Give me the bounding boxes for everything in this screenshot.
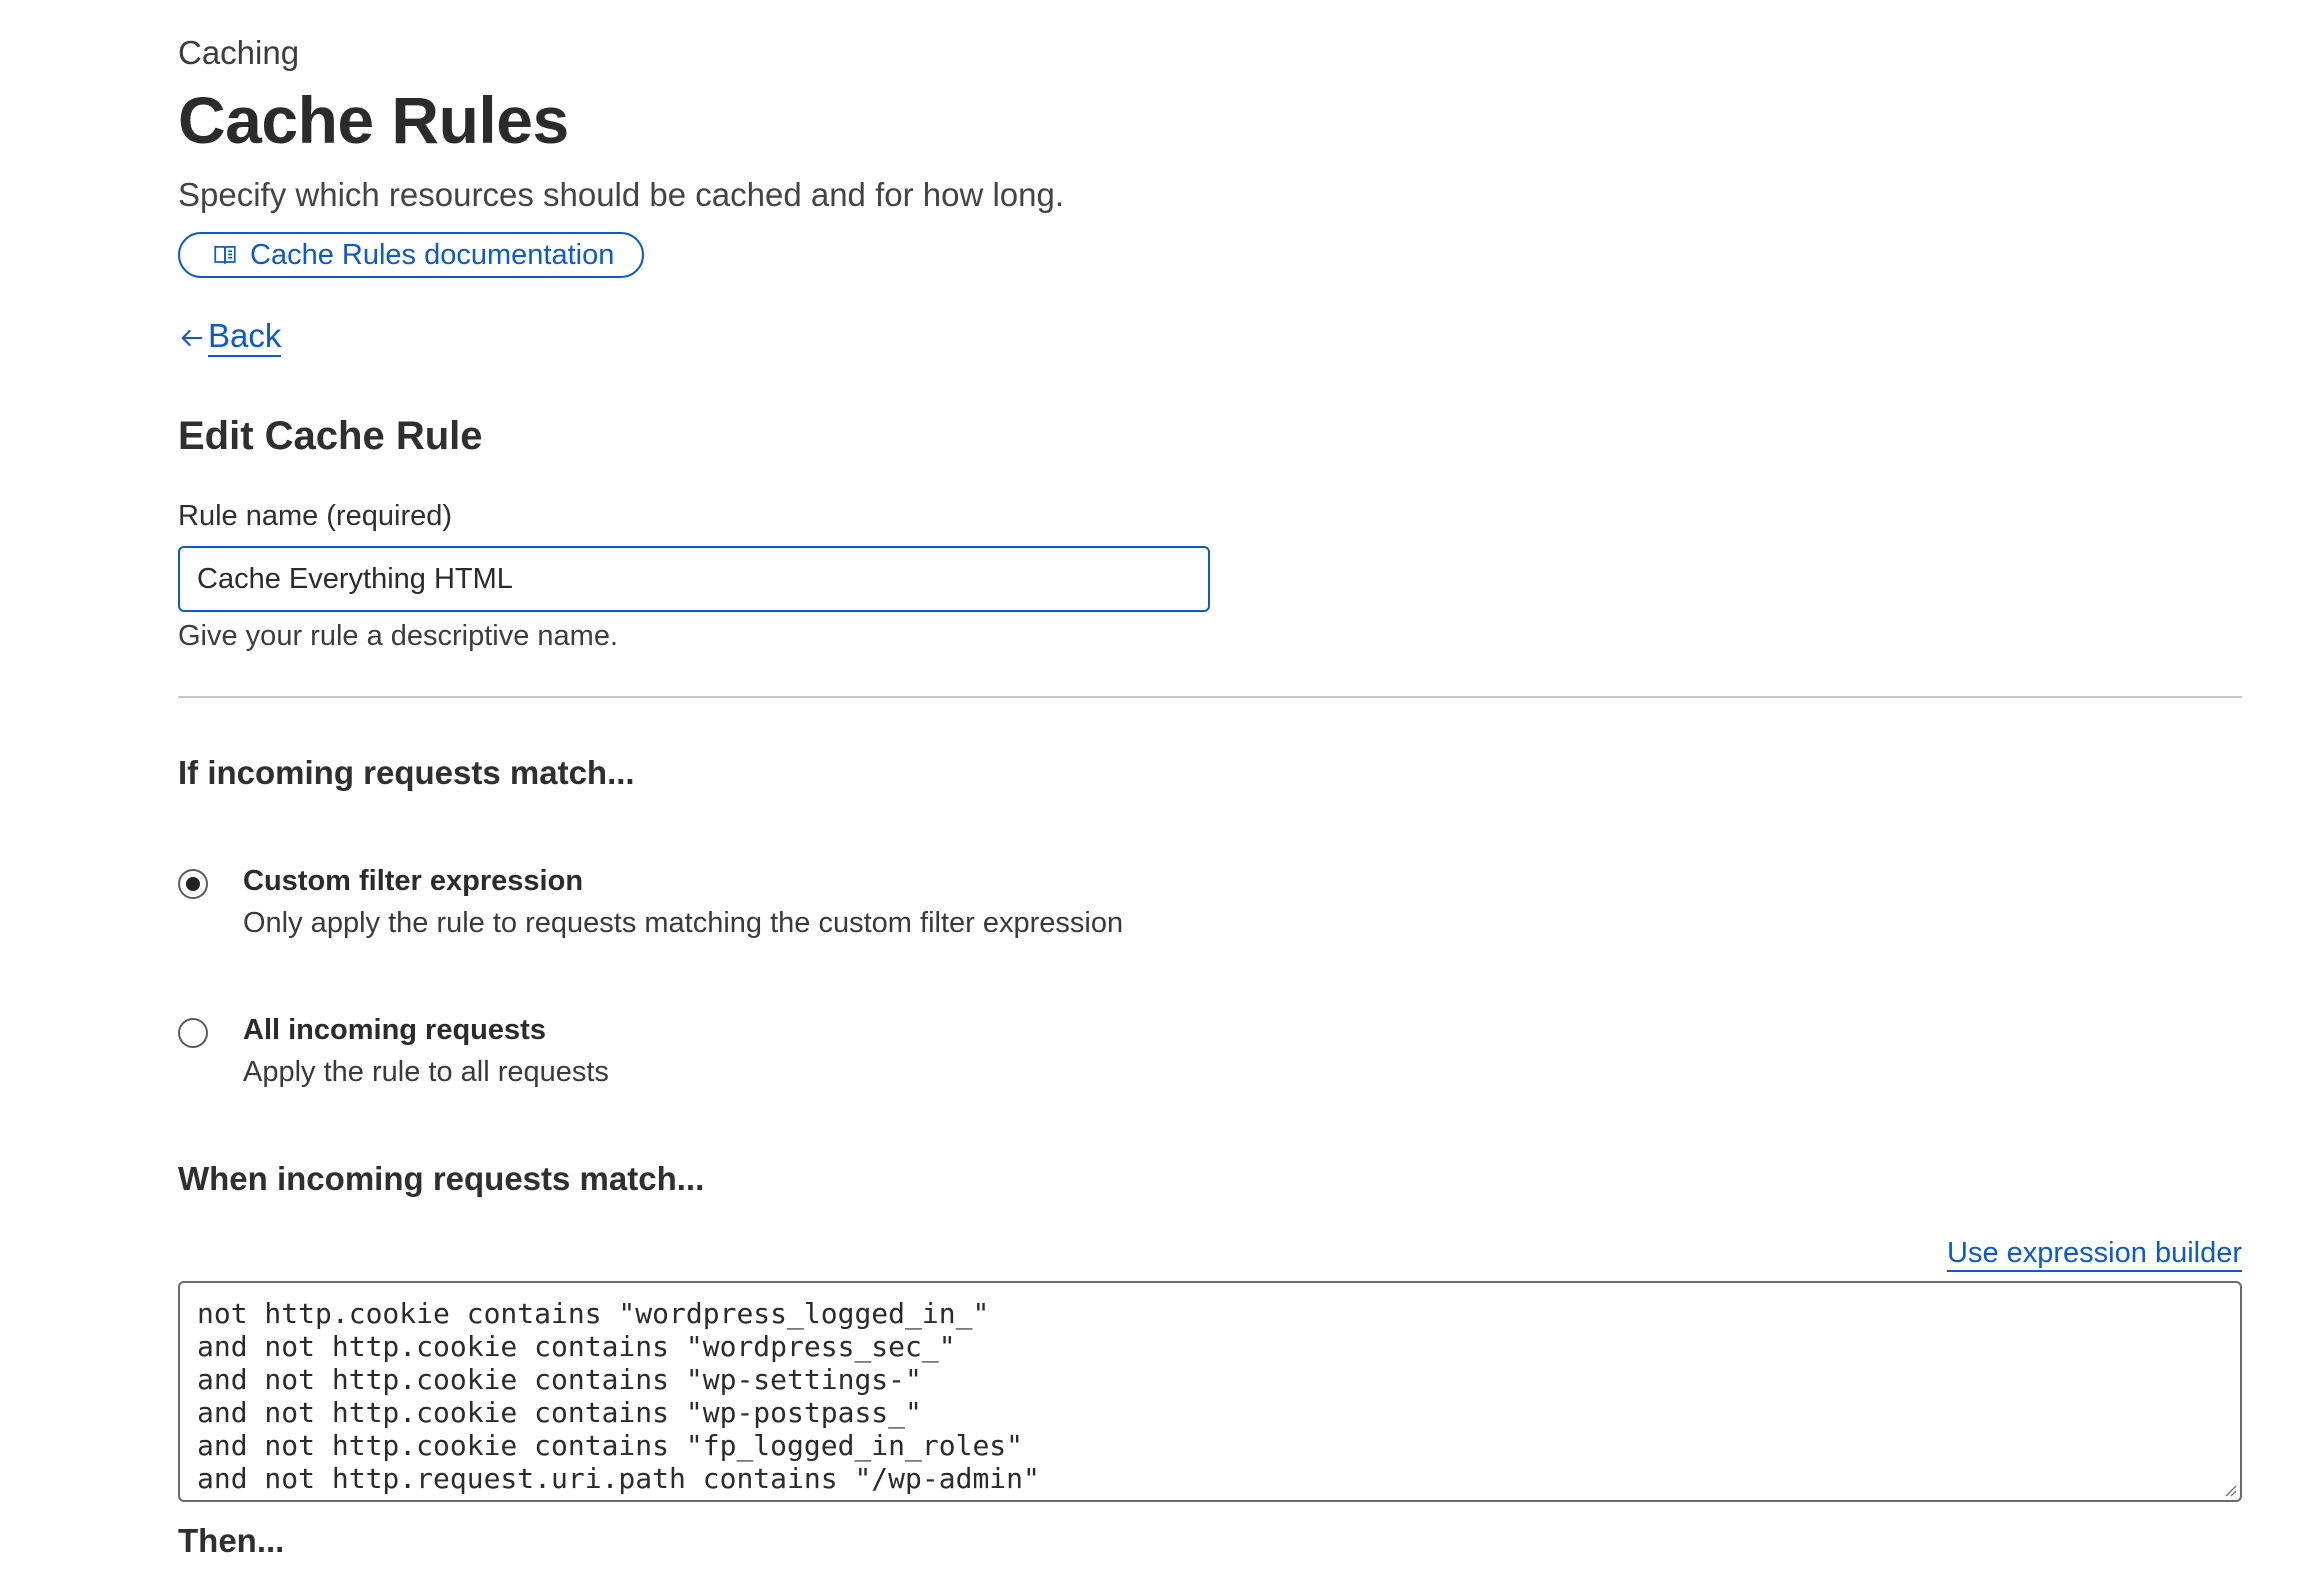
radio-all-incoming-requests[interactable]: All incoming requests Apply the rule to …: [178, 1013, 609, 1089]
radio-option-description: Only apply the rule to requests matching…: [243, 907, 1124, 939]
page-subtitle: Specify which resources should be cached…: [178, 176, 1065, 213]
radio-option-title: All incoming requests: [243, 1014, 546, 1046]
documentation-button[interactable]: Cache Rules documentation: [178, 232, 644, 278]
expression-heading: When incoming requests match...: [178, 1160, 705, 1197]
edit-rule-heading: Edit Cache Rule: [178, 414, 483, 458]
rule-name-label: Rule name (required): [178, 500, 453, 532]
book-icon: [214, 246, 236, 264]
rule-name-input[interactable]: [178, 546, 1210, 612]
expression-line: and not http.cookie contains "wp-setting…: [197, 1363, 922, 1396]
expression-editor[interactable]: not http.cookie contains "wordpress_logg…: [178, 1281, 2242, 1502]
back-link[interactable]: Back: [178, 318, 282, 357]
radio-option-description: Apply the rule to all requests: [243, 1056, 609, 1088]
radio-button-unselected[interactable]: [178, 1018, 208, 1048]
match-heading: If incoming requests match...: [178, 754, 635, 791]
rule-name-helper: Give your rule a descriptive name.: [178, 620, 619, 652]
radio-option-title: Custom filter expression: [243, 865, 584, 897]
expression-line: and not http.cookie contains "wp-postpas…: [197, 1396, 922, 1429]
section-divider: [178, 696, 2242, 698]
documentation-button-label: Cache Rules documentation: [250, 238, 615, 271]
breadcrumb: Caching: [178, 34, 300, 71]
arrow-left-icon: [181, 329, 203, 346]
expression-line: and not http.request.uri.path contains "…: [197, 1462, 1040, 1495]
expression-line: and not http.cookie contains "wordpress_…: [197, 1330, 956, 1363]
resize-grip-icon[interactable]: [2223, 1483, 2237, 1497]
expression-line: and not http.cookie contains "fp_logged_…: [197, 1429, 1024, 1462]
radio-button-selected[interactable]: [178, 869, 208, 899]
radio-custom-filter-expression[interactable]: Custom filter expression Only apply the …: [178, 864, 1123, 940]
expression-line: not http.cookie contains "wordpress_logg…: [197, 1297, 990, 1330]
expression-builder-link[interactable]: Use expression builder: [1947, 1236, 2242, 1272]
back-link-label: Back: [208, 318, 282, 357]
page-title: Cache Rules: [178, 83, 569, 157]
then-heading: Then...: [178, 1522, 285, 1559]
